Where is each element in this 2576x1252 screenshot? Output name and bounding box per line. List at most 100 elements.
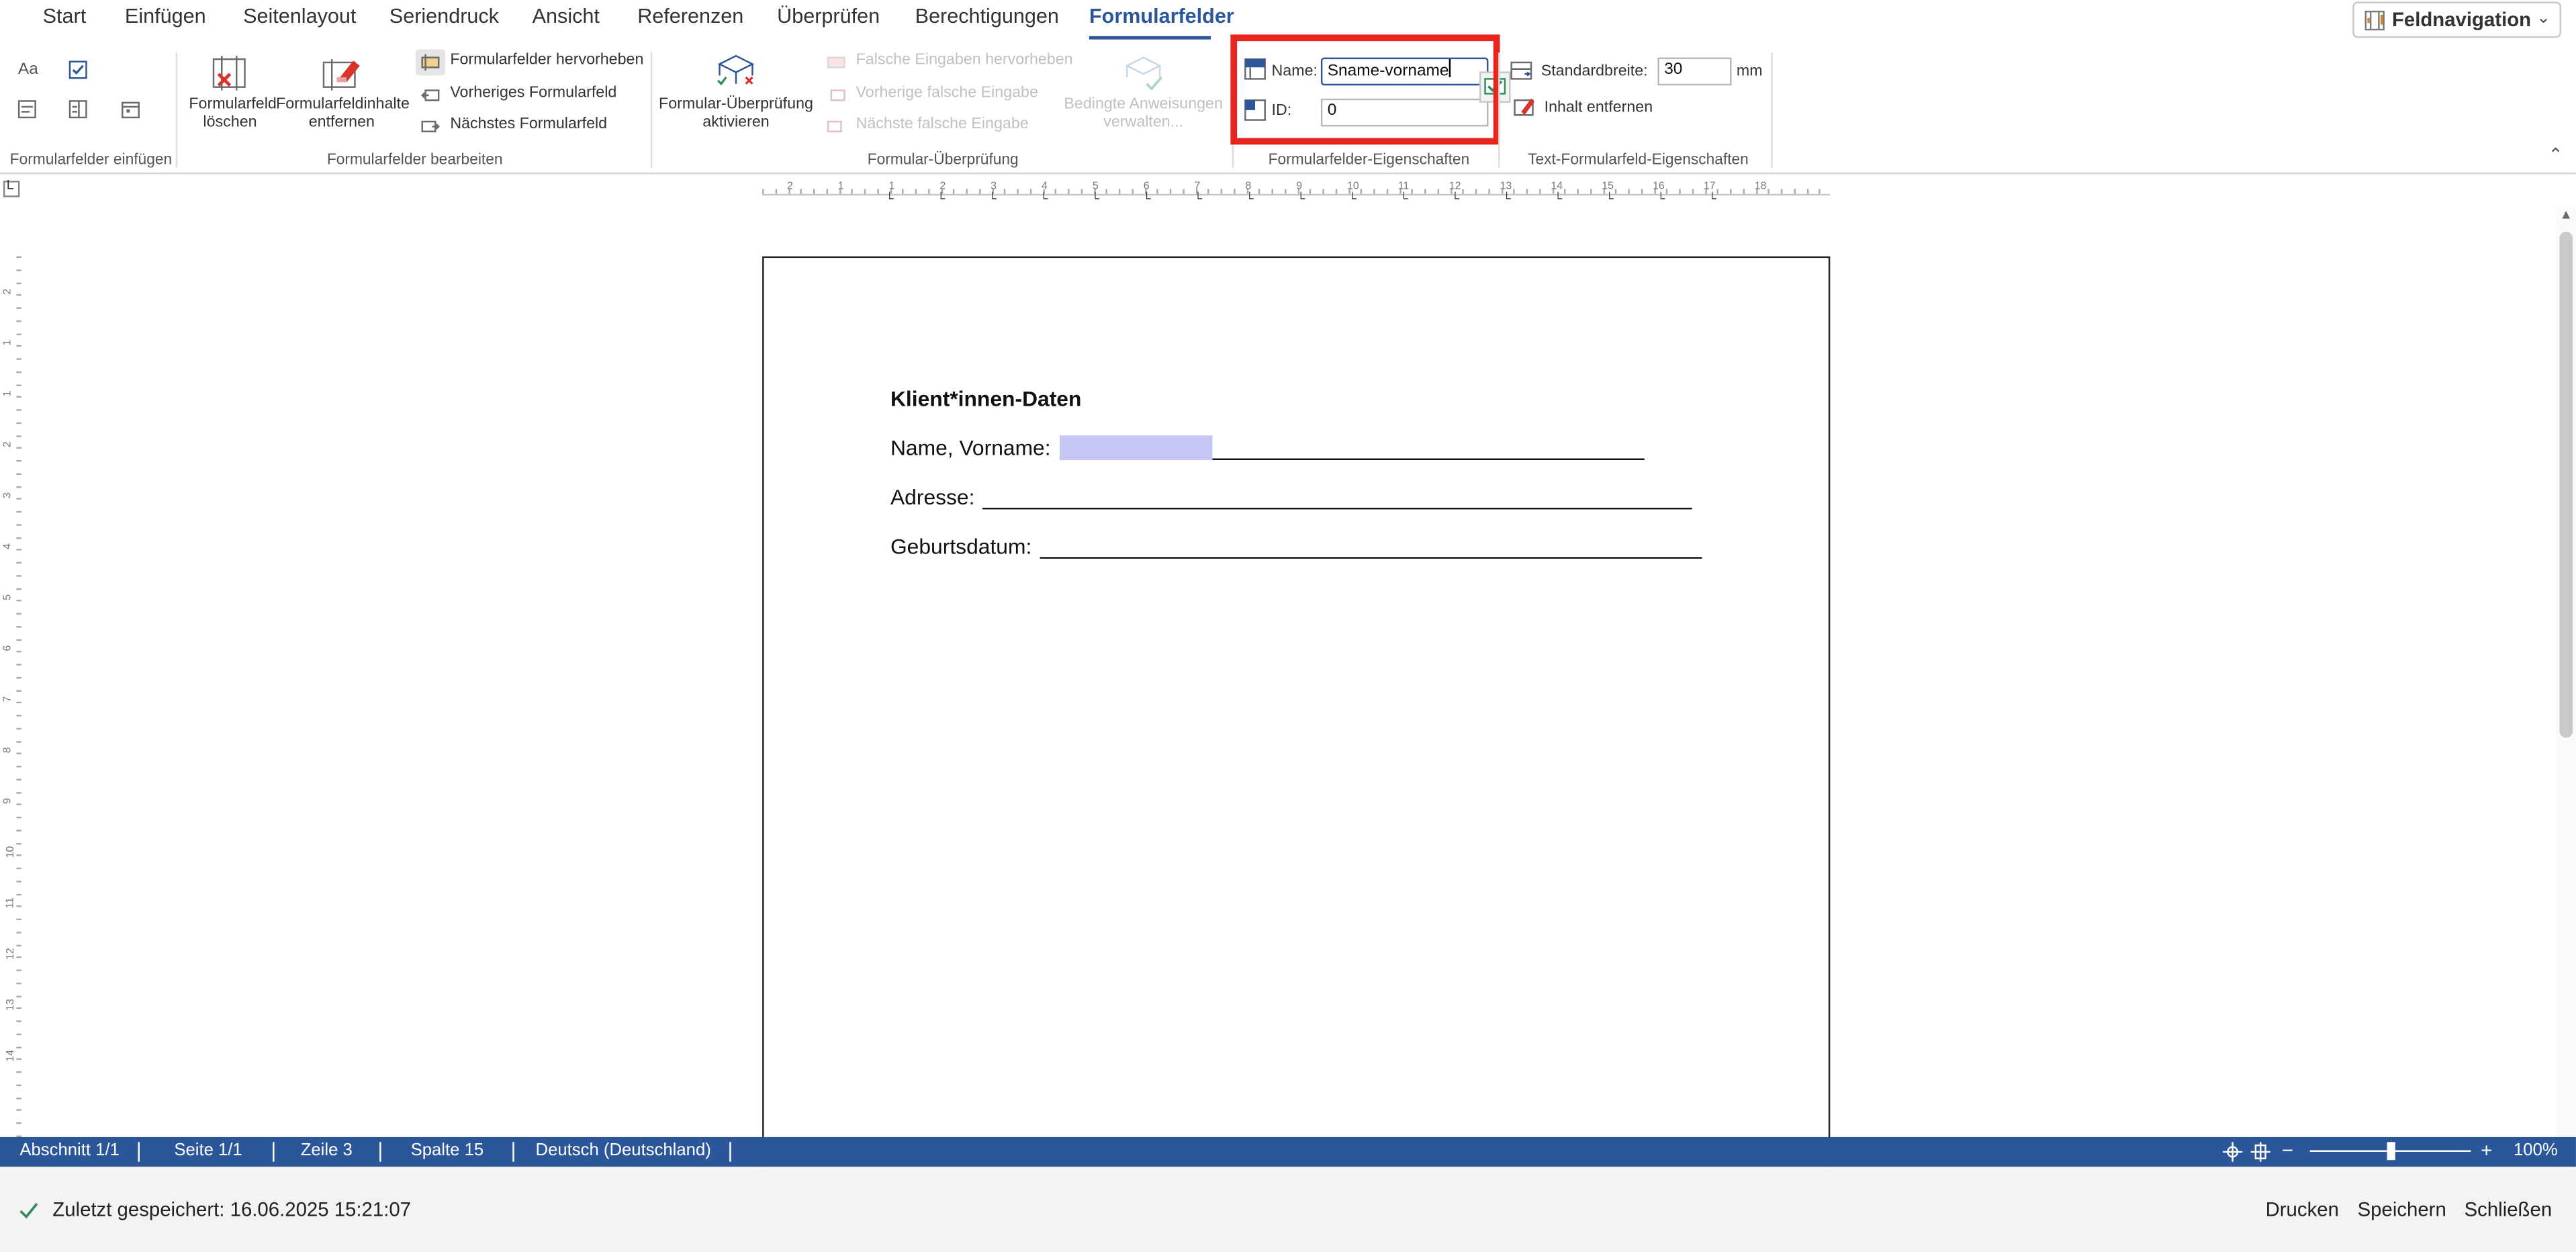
- tab-start[interactable]: Start: [43, 5, 87, 28]
- ruler-tick: [16, 651, 21, 653]
- tab-stop-marker[interactable]: └: [1297, 194, 1305, 206]
- ruler-tick: [762, 189, 764, 194]
- next-field-button[interactable]: Nächstes Formularfeld: [450, 115, 607, 133]
- zoom-level[interactable]: 100%: [2514, 1141, 2558, 1160]
- tab-stop-marker[interactable]: └: [1657, 194, 1665, 206]
- ruler-tick: [1322, 189, 1324, 194]
- tab-stop-marker[interactable]: └: [1708, 194, 1716, 206]
- previous-field-button[interactable]: Vorheriges Formularfeld: [450, 84, 616, 102]
- tab-stop-marker[interactable]: └: [1194, 194, 1202, 206]
- ruler-tick: [876, 189, 879, 194]
- group-label-text-properties: Text-Formularfeld-Eigenschaften: [1528, 151, 1749, 168]
- active-tab-indicator: [1089, 36, 1211, 40]
- field-name-input[interactable]: Sname-vorname: [1320, 57, 1489, 86]
- text-field-insert-icon[interactable]: Aa: [18, 61, 38, 79]
- tab-stop-marker[interactable]: └: [1246, 194, 1254, 206]
- tab-ueberpruefen[interactable]: Überprüfen: [777, 5, 880, 28]
- ruler-tick: [1462, 189, 1465, 194]
- tab-stop-marker[interactable]: └: [937, 194, 945, 206]
- ruler-tick: [16, 753, 21, 755]
- print-button[interactable]: Drucken: [2266, 1198, 2339, 1220]
- tab-stop-marker[interactable]: └: [1606, 194, 1614, 206]
- previous-field-icon[interactable]: [420, 85, 440, 105]
- ruler-tick: [16, 854, 21, 857]
- remove-contents-icon[interactable]: [320, 54, 363, 94]
- ruler-tick: [1487, 189, 1490, 194]
- document-page[interactable]: Klient*innen-Daten Name, Vorname: Adress…: [762, 256, 1831, 1177]
- ruler-tick: [16, 613, 21, 615]
- next-wrong-icon: [827, 120, 842, 132]
- ruler-tick: [16, 345, 21, 347]
- delete-field-icon[interactable]: [209, 54, 252, 94]
- default-width-input[interactable]: 30: [1657, 57, 1732, 86]
- clear-content-button[interactable]: Inhalt entfernen: [1545, 99, 1653, 117]
- move-icon[interactable]: [2222, 1142, 2243, 1162]
- ruler-tick: [1590, 189, 1592, 194]
- ruler-tick: [1819, 189, 1821, 194]
- tab-stop-marker[interactable]: └: [1091, 194, 1099, 206]
- tab-stop-marker[interactable]: └: [1451, 194, 1459, 206]
- checkbox-insert-icon[interactable]: [67, 59, 89, 81]
- date-field-insert-icon[interactable]: [120, 99, 142, 120]
- ruler-tick: [1068, 189, 1070, 194]
- ruler-number: 12: [5, 948, 17, 960]
- ruler-number: 5: [2, 594, 14, 600]
- tab-seriendruck[interactable]: Seriendruck: [389, 5, 499, 28]
- tab-stop-marker[interactable]: └: [1040, 194, 1048, 206]
- name-form-field[interactable]: [1059, 435, 1213, 460]
- dropdown-insert-icon[interactable]: [67, 99, 89, 120]
- tab-stop-marker[interactable]: └: [1348, 194, 1356, 206]
- zoom-out-button[interactable]: −: [2282, 1138, 2293, 1161]
- ruler-tick: [1373, 189, 1375, 194]
- tab-stop-marker[interactable]: └: [1502, 194, 1510, 206]
- ruler-number: 1: [2, 339, 14, 346]
- ruler-tick: [1042, 189, 1044, 194]
- ruler-number: 13: [5, 999, 17, 1011]
- confirm-id-icon[interactable]: [1479, 71, 1512, 103]
- tab-stop-marker[interactable]: └: [1399, 194, 1408, 206]
- fit-page-icon[interactable]: [2250, 1142, 2270, 1162]
- ribbon-bottom-border: [0, 172, 2576, 175]
- next-field-icon[interactable]: [420, 117, 440, 136]
- horizontal-ruler[interactable]: 2 1 1 2 3 4 5 6 7 8 9 10 11 12 13 14 15 16 17 18 └ └ └ └ └ └ └ └ └ └ └…: [762, 179, 1831, 209]
- tab-stop-marker[interactable]: └: [1554, 194, 1562, 206]
- zoom-slider-thumb[interactable]: [2387, 1142, 2395, 1161]
- ruler-tick: [1335, 189, 1337, 194]
- vertical-ruler[interactable]: 2 1 1 2 3 4 5 6 7 8 9 10 11 12 13 14: [0, 256, 26, 1137]
- group-separator: [650, 52, 653, 168]
- save-button[interactable]: Speichern: [2358, 1198, 2446, 1220]
- tab-stop-marker[interactable]: └: [988, 194, 997, 206]
- tab-referenzen[interactable]: Referenzen: [637, 5, 743, 28]
- ruler-tick: [927, 189, 930, 194]
- field-id-label: ID:: [1271, 101, 1292, 120]
- combobox-insert-icon[interactable]: [16, 99, 38, 120]
- field-id-input[interactable]: 0: [1320, 98, 1489, 127]
- ruler-tick: [978, 189, 980, 194]
- scroll-up-icon[interactable]: ▲: [2559, 207, 2572, 222]
- tab-seitenlayout[interactable]: Seitenlayout: [243, 5, 356, 28]
- ruler-tick: [16, 982, 21, 984]
- zoom-in-button[interactable]: +: [2481, 1138, 2492, 1161]
- activate-validation-icon[interactable]: [715, 52, 757, 92]
- ruler-tick: [16, 269, 21, 271]
- ruler-tick: [889, 189, 892, 194]
- ruler-tick: [1806, 189, 1808, 194]
- tab-selector[interactable]: L: [3, 177, 20, 197]
- tab-berechtigungen[interactable]: Berechtigungen: [915, 5, 1059, 28]
- ruler-tick: [16, 880, 21, 883]
- tab-einfuegen[interactable]: Einfügen: [125, 5, 206, 28]
- tab-stop-marker[interactable]: └: [886, 194, 894, 206]
- status-language[interactable]: Deutsch (Deutschland): [536, 1141, 711, 1160]
- ruler-tick: [1743, 189, 1745, 194]
- close-button[interactable]: Schließen: [2465, 1198, 2552, 1220]
- tab-stop-marker[interactable]: └: [1142, 194, 1150, 206]
- highlight-fields-icon[interactable]: [420, 52, 440, 72]
- tab-ansicht[interactable]: Ansicht: [533, 5, 600, 28]
- highlight-fields-button[interactable]: Formularfelder hervorheben: [450, 51, 643, 69]
- tab-formularfelder[interactable]: Formularfelder: [1089, 5, 1234, 28]
- scrollbar-thumb[interactable]: [2559, 231, 2573, 738]
- field-navigation-button[interactable]: Feldnavigation ⌄: [2352, 1, 2561, 38]
- clear-content-icon[interactable]: [1513, 95, 1536, 118]
- vertical-scrollbar[interactable]: ▲: [2556, 207, 2576, 1137]
- collapse-ribbon-icon[interactable]: ⌃: [2548, 144, 2563, 166]
